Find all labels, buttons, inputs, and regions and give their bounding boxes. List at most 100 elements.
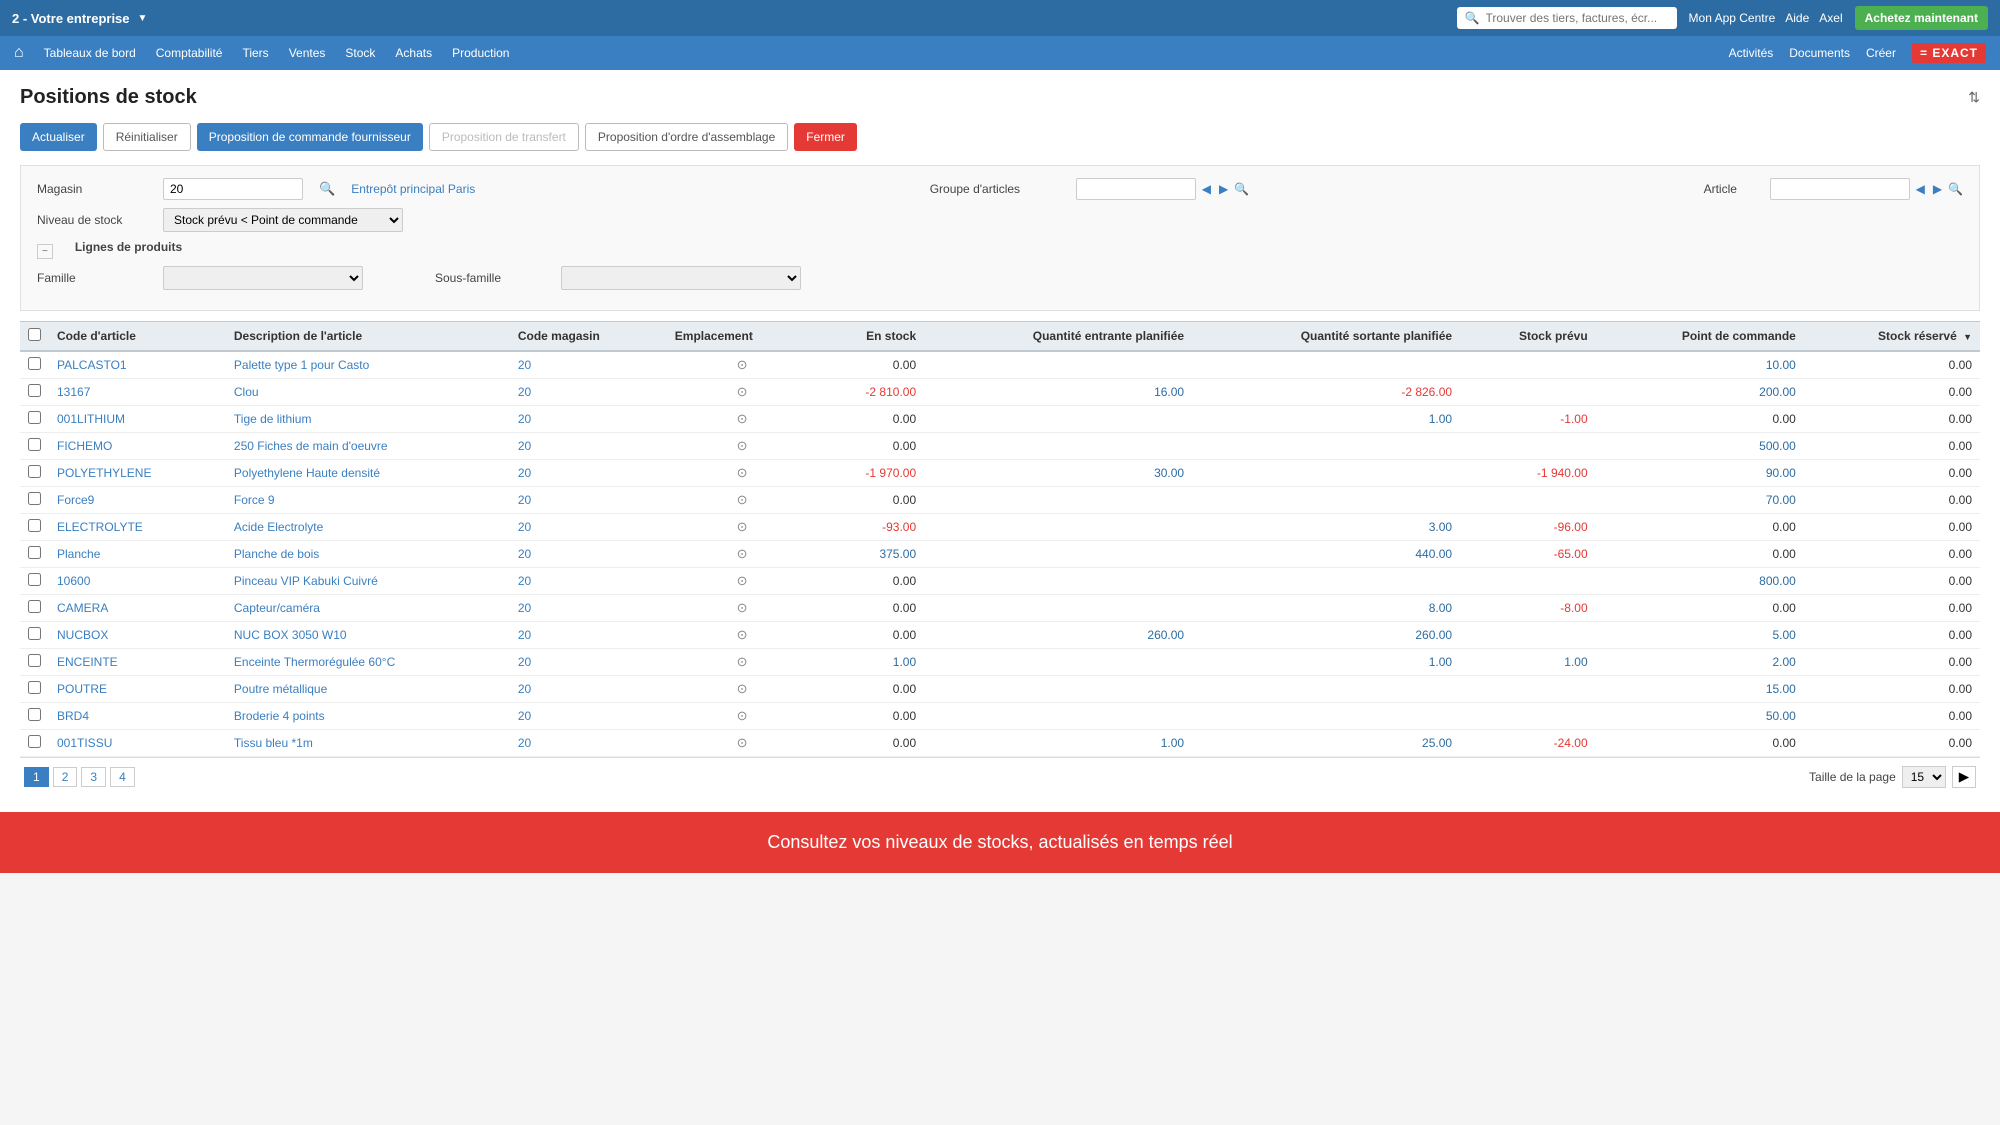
row-checkbox[interactable]	[28, 411, 41, 424]
table-cell-link[interactable]: Enceinte Thermorégulée 60°C	[234, 655, 395, 669]
table-cell-link[interactable]: Pinceau VIP Kabuki Cuivré	[234, 574, 378, 588]
table-cell-link[interactable]: 20	[518, 385, 531, 399]
magasin-input[interactable]	[163, 178, 303, 200]
emplacement-icon-cell[interactable]: ⊙	[667, 487, 818, 514]
table-cell-link[interactable]: Acide Electrolyte	[234, 520, 323, 534]
nav-production[interactable]: Production	[452, 46, 509, 60]
famille-select[interactable]	[163, 266, 363, 290]
proposition-transfert-button[interactable]: Proposition de transfert	[429, 123, 579, 151]
table-cell-link[interactable]: 20	[518, 736, 531, 750]
actualiser-button[interactable]: Actualiser	[20, 123, 97, 151]
emplacement-icon-cell[interactable]: ⊙	[667, 568, 818, 595]
row-checkbox[interactable]	[28, 654, 41, 667]
table-cell-link[interactable]: 250 Fiches de main d'oeuvre	[234, 439, 388, 453]
groupe-prev-btn[interactable]: ◀	[1200, 182, 1213, 196]
table-cell-link[interactable]: Planche	[57, 547, 100, 561]
page-1-btn[interactable]: 1	[24, 767, 49, 787]
emplacement-icon-cell[interactable]: ⊙	[667, 703, 818, 730]
row-checkbox[interactable]	[28, 384, 41, 397]
emplacement-icon-cell[interactable]: ⊙	[667, 406, 818, 433]
table-cell-link[interactable]: POLYETHYLENE	[57, 466, 151, 480]
article-prev-btn[interactable]: ◀	[1914, 182, 1927, 196]
table-cell-link[interactable]: NUCBOX	[57, 628, 108, 642]
row-checkbox[interactable]	[28, 735, 41, 748]
emplacement-icon-cell[interactable]: ⊙	[667, 730, 818, 757]
table-cell-link[interactable]: 001LITHIUM	[57, 412, 125, 426]
proposition-ordre-button[interactable]: Proposition d'ordre d'assemblage	[585, 123, 788, 151]
page-4-btn[interactable]: 4	[110, 767, 135, 787]
activites-link[interactable]: Activités	[1729, 46, 1774, 60]
proposition-commande-button[interactable]: Proposition de commande fournisseur	[197, 123, 423, 151]
emplacement-icon-cell[interactable]: ⊙	[667, 622, 818, 649]
table-cell-link[interactable]: Capteur/caméra	[234, 601, 320, 615]
table-cell-link[interactable]: 13167	[57, 385, 90, 399]
table-cell-link[interactable]: 001TISSU	[57, 736, 112, 750]
table-cell-link[interactable]: ELECTROLYTE	[57, 520, 143, 534]
table-cell-link[interactable]: Palette type 1 pour Casto	[234, 358, 369, 372]
page-2-btn[interactable]: 2	[53, 767, 78, 787]
table-cell-link[interactable]: BRD4	[57, 709, 89, 723]
collapse-lignes-btn[interactable]: −	[37, 244, 53, 259]
select-all-checkbox[interactable]	[28, 328, 41, 341]
nav-comptabilite[interactable]: Comptabilité	[156, 46, 223, 60]
table-cell-link[interactable]: Broderie 4 points	[234, 709, 325, 723]
table-cell-link[interactable]: Force9	[57, 493, 94, 507]
row-checkbox[interactable]	[28, 519, 41, 532]
home-icon[interactable]: ⌂	[14, 44, 24, 62]
page-3-btn[interactable]: 3	[81, 767, 106, 787]
search-input[interactable]	[1486, 11, 1669, 25]
emplacement-icon-cell[interactable]: ⊙	[667, 595, 818, 622]
fermer-button[interactable]: Fermer	[794, 123, 857, 151]
creer-link[interactable]: Créer	[1866, 46, 1896, 60]
table-cell-link[interactable]: 20	[518, 574, 531, 588]
table-cell-link[interactable]: 10600	[57, 574, 90, 588]
emplacement-icon-cell[interactable]: ⊙	[667, 541, 818, 568]
row-checkbox[interactable]	[28, 708, 41, 721]
entrepot-link[interactable]: Entrepôt principal Paris	[351, 182, 475, 196]
row-checkbox[interactable]	[28, 357, 41, 370]
niveau-stock-select[interactable]: Stock prévu < Point de commande	[163, 208, 403, 232]
nav-ventes[interactable]: Ventes	[289, 46, 326, 60]
row-checkbox[interactable]	[28, 438, 41, 451]
groupe-articles-input[interactable]	[1076, 178, 1196, 200]
emplacement-icon-cell[interactable]: ⊙	[667, 514, 818, 541]
emplacement-icon-cell[interactable]: ⊙	[667, 351, 818, 379]
table-cell-link[interactable]: 20	[518, 601, 531, 615]
global-search-box[interactable]: 🔍	[1457, 7, 1677, 29]
table-cell-link[interactable]: 20	[518, 682, 531, 696]
nav-tableaux-de-bord[interactable]: Tableaux de bord	[44, 46, 136, 60]
emplacement-icon-cell[interactable]: ⊙	[667, 676, 818, 703]
cta-button[interactable]: Achetez maintenant	[1855, 6, 1988, 30]
table-cell-link[interactable]: 20	[518, 439, 531, 453]
row-checkbox[interactable]	[28, 627, 41, 640]
table-cell-link[interactable]: Poutre métallique	[234, 682, 327, 696]
row-checkbox[interactable]	[28, 600, 41, 613]
emplacement-icon-cell[interactable]: ⊙	[667, 460, 818, 487]
table-cell-link[interactable]: 20	[518, 412, 531, 426]
table-cell-link[interactable]: CAMERA	[57, 601, 108, 615]
table-cell-link[interactable]: ENCEINTE	[57, 655, 118, 669]
table-cell-link[interactable]: 20	[518, 520, 531, 534]
table-cell-link[interactable]: 20	[518, 466, 531, 480]
table-cell-link[interactable]: NUC BOX 3050 W10	[234, 628, 347, 642]
nav-achats[interactable]: Achats	[395, 46, 432, 60]
nav-stock[interactable]: Stock	[345, 46, 375, 60]
table-cell-link[interactable]: 20	[518, 655, 531, 669]
article-input[interactable]	[1770, 178, 1910, 200]
row-checkbox[interactable]	[28, 681, 41, 694]
table-cell-link[interactable]: 20	[518, 709, 531, 723]
table-cell-link[interactable]: Polyethylene Haute densité	[234, 466, 380, 480]
row-checkbox[interactable]	[28, 573, 41, 586]
mon-app-centre-link[interactable]: Mon App Centre	[1689, 11, 1776, 25]
documents-link[interactable]: Documents	[1789, 46, 1850, 60]
emplacement-icon-cell[interactable]: ⊙	[667, 433, 818, 460]
row-checkbox[interactable]	[28, 465, 41, 478]
table-cell-link[interactable]: 20	[518, 358, 531, 372]
table-cell-link[interactable]: 20	[518, 547, 531, 561]
reinitialiser-button[interactable]: Réinitialiser	[103, 123, 191, 151]
table-cell-link[interactable]: Tissu bleu *1m	[234, 736, 313, 750]
table-cell-link[interactable]: Planche de bois	[234, 547, 319, 561]
company-selector[interactable]: 2 - Votre entreprise ▼	[12, 11, 147, 26]
table-cell-link[interactable]: Clou	[234, 385, 259, 399]
table-cell-link[interactable]: POUTRE	[57, 682, 107, 696]
